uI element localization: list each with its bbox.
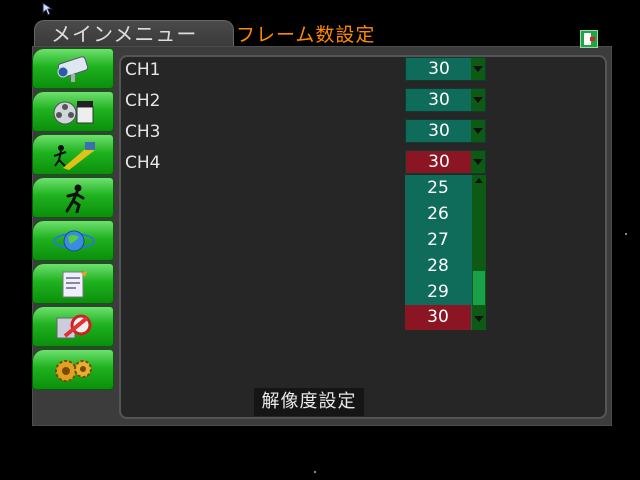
framerate-select-ch2[interactable]: 30 xyxy=(405,88,486,112)
dropdown-option[interactable]: 27 xyxy=(405,227,471,253)
select-value: 30 xyxy=(406,120,472,142)
running-person-icon xyxy=(65,184,85,213)
resolution-settings-button[interactable]: 解像度設定 xyxy=(254,388,364,416)
motion-detect-icon xyxy=(53,142,95,170)
film-icon xyxy=(53,101,94,125)
scroll-thumb[interactable] xyxy=(473,271,485,305)
framerate-dropdown-list: 25 26 27 28 29 30 xyxy=(405,175,486,330)
scroll-down-icon[interactable] xyxy=(472,308,486,330)
sidebar-item-info[interactable] xyxy=(32,263,114,304)
select-value: 30 xyxy=(406,151,472,173)
main-menu-tab[interactable]: メインメニュー xyxy=(34,20,234,46)
channel-label-ch2: CH2 xyxy=(125,91,161,111)
gears-icon xyxy=(55,360,92,382)
dropdown-scrollbar[interactable] xyxy=(472,175,486,330)
network-globe-icon xyxy=(53,230,95,252)
dropdown-option[interactable]: 29 xyxy=(405,279,471,305)
dropdown-option-selected[interactable]: 30 xyxy=(405,305,471,330)
select-value: 30 xyxy=(406,58,472,80)
chevron-down-icon[interactable] xyxy=(471,120,485,142)
sidebar-item-sequence[interactable] xyxy=(32,177,114,218)
sidebar-item-camera[interactable] xyxy=(32,48,114,89)
tools-icon xyxy=(56,314,92,339)
settings-panel xyxy=(119,55,607,419)
chevron-down-icon[interactable] xyxy=(471,151,485,173)
dropdown-option[interactable]: 25 xyxy=(405,175,471,201)
sidebar-item-recording[interactable] xyxy=(32,91,114,132)
dropdown-option[interactable]: 28 xyxy=(405,253,471,279)
framerate-select-ch3[interactable]: 30 xyxy=(405,119,486,143)
sidebar-item-advanced[interactable] xyxy=(32,349,114,390)
channel-label-ch4: CH4 xyxy=(125,153,161,173)
sidebar-item-system-tools[interactable] xyxy=(32,306,114,347)
sidebar-item-motion[interactable] xyxy=(32,134,114,175)
chevron-down-icon[interactable] xyxy=(471,58,485,80)
exit-button[interactable] xyxy=(580,30,598,48)
document-icon xyxy=(62,271,87,298)
sidebar-item-network[interactable] xyxy=(32,220,114,261)
channel-label-ch3: CH3 xyxy=(125,122,161,142)
framerate-select-ch1[interactable]: 30 xyxy=(405,57,486,81)
dropdown-option[interactable]: 26 xyxy=(405,201,471,227)
select-value: 30 xyxy=(406,89,472,111)
scroll-up-icon[interactable] xyxy=(475,178,483,183)
camera-icon xyxy=(57,56,89,82)
page-title: フレーム数設定 xyxy=(236,24,376,46)
framerate-select-ch4[interactable]: 30 xyxy=(405,150,486,174)
chevron-down-icon[interactable] xyxy=(471,89,485,111)
channel-label-ch1: CH1 xyxy=(125,60,161,80)
mouse-cursor-icon xyxy=(42,2,54,16)
